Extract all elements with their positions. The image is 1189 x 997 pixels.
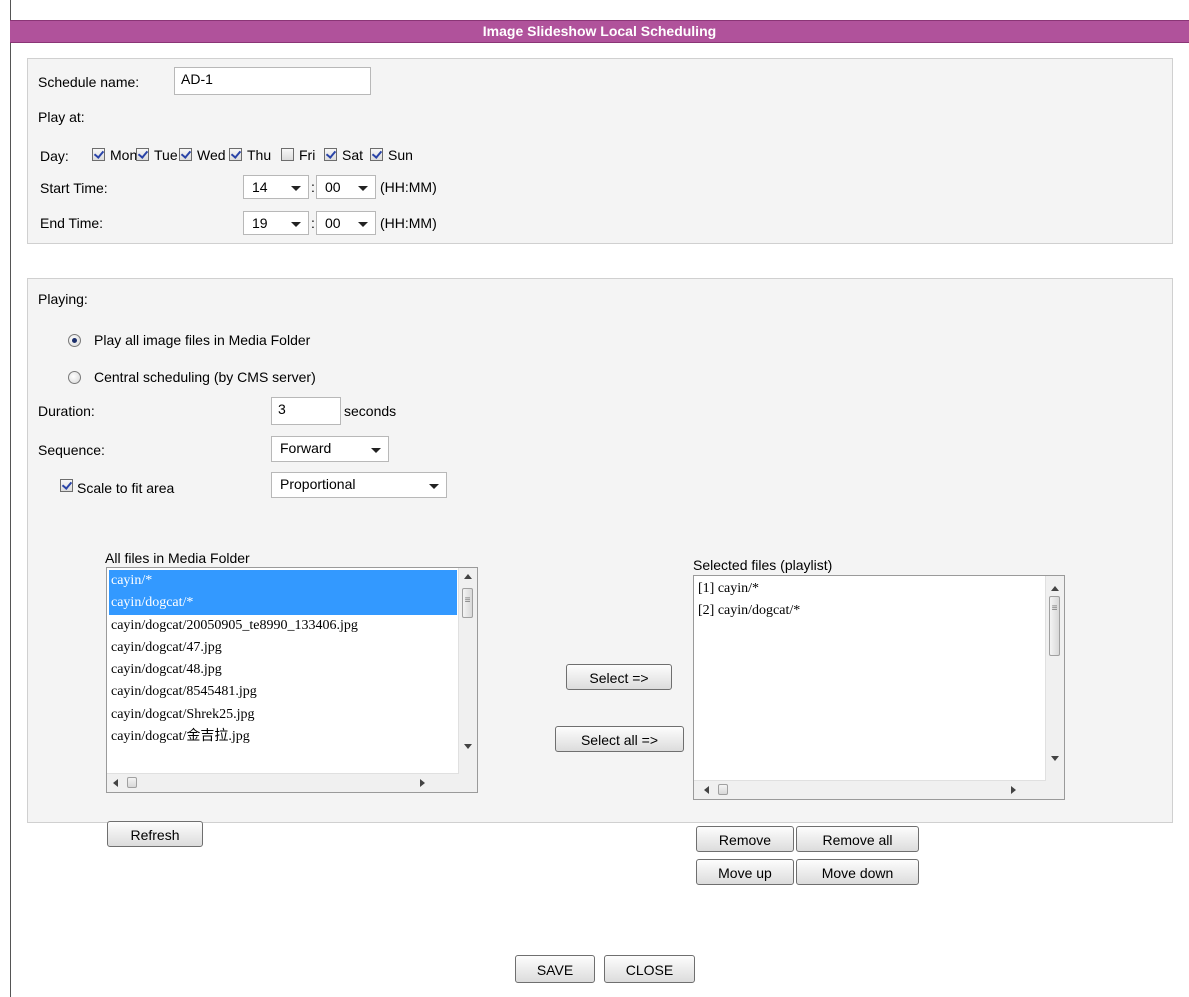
day-checkbox-tue[interactable]	[136, 148, 149, 161]
remove-button[interactable]: Remove	[696, 826, 794, 852]
schedule-name-input[interactable]: AD-1	[174, 67, 371, 95]
scroll-corner	[459, 774, 477, 792]
sequence-value: Forward	[280, 440, 332, 456]
day-checkbox-thu[interactable]	[229, 148, 242, 161]
playlist-listbox[interactable]: [1] cayin/* [2] cayin/dogcat/*	[693, 575, 1065, 800]
radio-central-scheduling[interactable]	[68, 371, 81, 384]
scroll-left-icon[interactable]	[113, 779, 118, 787]
sequence-label: Sequence:	[38, 442, 105, 458]
time-colon: :	[311, 179, 315, 195]
day-checkbox-sun[interactable]	[370, 148, 383, 161]
duration-label: Duration:	[38, 403, 95, 419]
playlist-items: [1] cayin/* [2] cayin/dogcat/*	[696, 578, 1044, 779]
start-time-format: (HH:MM)	[380, 179, 437, 195]
day-label-tue: Tue	[154, 147, 178, 163]
media-files-items: cayin/* cayin/dogcat/* cayin/dogcat/200509…	[109, 570, 457, 772]
media-horizontal-scrollbar[interactable]	[107, 773, 459, 792]
media-files-listbox[interactable]: cayin/* cayin/dogcat/* cayin/dogcat/200509…	[106, 567, 478, 793]
schedule-name-label: Schedule name:	[38, 74, 140, 90]
chevron-down-icon	[371, 448, 381, 453]
playing-panel: Playing: Play all image files in Media F…	[27, 278, 1173, 885]
dialog-title: Image Slideshow Local Scheduling	[10, 20, 1189, 43]
scroll-corner	[1046, 781, 1064, 799]
select-all-button[interactable]: Select all =>	[555, 726, 684, 752]
start-minute-select[interactable]: 00	[316, 175, 376, 199]
list-item[interactable]: cayin/dogcat/20050905_te8990_133406.jpg	[109, 615, 457, 637]
list-item[interactable]: [2] cayin/dogcat/*	[696, 600, 1044, 622]
end-hour-select[interactable]: 19	[243, 211, 309, 235]
day-checkbox-sat[interactable]	[324, 148, 337, 161]
schedule-panel: Schedule name: AD-1 Play at: Day: Mon Tue…	[27, 58, 1173, 244]
day-label-fri: Fri	[299, 147, 316, 163]
chevron-down-icon	[291, 186, 301, 191]
scroll-thumb[interactable]	[1049, 596, 1060, 656]
scroll-down-icon[interactable]	[464, 744, 472, 749]
remove-all-button[interactable]: Remove all	[796, 826, 919, 852]
play-at-label: Play at:	[38, 109, 85, 125]
media-folder-label: All files in Media Folder	[105, 550, 250, 566]
start-hour-value: 14	[252, 179, 268, 195]
start-time-label: Start Time:	[40, 180, 108, 196]
media-vertical-scrollbar[interactable]	[458, 568, 477, 774]
list-item[interactable]: cayin/dogcat/*	[109, 592, 457, 615]
end-hour-value: 19	[252, 215, 268, 231]
scroll-down-icon[interactable]	[1051, 756, 1059, 761]
list-item[interactable]: cayin/*	[109, 570, 457, 593]
radio-play-all-label: Play all image files in Media Folder	[94, 332, 311, 348]
scroll-thumb[interactable]	[127, 777, 137, 788]
playlist-label: Selected files (playlist)	[693, 557, 833, 573]
list-item[interactable]: cayin/dogcat/8545481.jpg	[109, 681, 457, 703]
scale-mode-value: Proportional	[280, 476, 356, 492]
radio-central-scheduling-label: Central scheduling (by CMS server)	[94, 369, 316, 385]
scroll-right-icon[interactable]	[420, 779, 425, 787]
scroll-right-icon[interactable]	[1011, 786, 1016, 794]
time-colon: :	[311, 215, 315, 231]
list-item[interactable]: cayin/dogcat/48.jpg	[109, 659, 457, 681]
duration-input[interactable]: 3	[271, 397, 341, 425]
chevron-down-icon	[429, 484, 439, 489]
scale-to-fit-label: Scale to fit area	[77, 480, 175, 496]
list-item[interactable]: [1] cayin/*	[696, 578, 1044, 600]
select-button[interactable]: Select =>	[566, 664, 672, 690]
end-time-format: (HH:MM)	[380, 215, 437, 231]
scroll-thumb[interactable]	[718, 784, 728, 795]
end-time-label: End Time:	[40, 215, 104, 231]
move-down-button[interactable]: Move down	[796, 859, 919, 885]
duration-unit: seconds	[344, 403, 397, 419]
scale-to-fit-checkbox[interactable]	[60, 479, 73, 492]
chevron-down-icon	[291, 222, 301, 227]
playlist-vertical-scrollbar[interactable]	[1045, 576, 1064, 781]
sequence-select[interactable]: Forward	[271, 436, 389, 462]
scroll-up-icon[interactable]	[1051, 586, 1059, 591]
start-minute-value: 00	[325, 179, 341, 195]
chevron-down-icon	[358, 186, 368, 191]
start-hour-select[interactable]: 14	[243, 175, 309, 199]
move-up-button[interactable]: Move up	[696, 859, 794, 885]
playlist-horizontal-scrollbar[interactable]	[694, 780, 1046, 799]
day-label-sun: Sun	[388, 147, 413, 163]
day-label-mon: Mon	[110, 147, 138, 163]
list-item[interactable]: cayin/dogcat/金吉拉.jpg	[109, 726, 457, 748]
day-label: Day:	[40, 148, 69, 164]
playing-label: Playing:	[38, 291, 88, 307]
end-minute-select[interactable]: 00	[316, 211, 376, 235]
scroll-left-icon[interactable]	[704, 786, 709, 794]
chevron-down-icon	[358, 222, 368, 227]
day-checkbox-mon[interactable]	[92, 148, 105, 161]
scale-mode-select[interactable]: Proportional	[271, 472, 447, 498]
day-label-wed: Wed	[197, 147, 226, 163]
refresh-button[interactable]: Refresh	[107, 821, 203, 847]
end-minute-value: 00	[325, 215, 341, 231]
day-checkbox-fri[interactable]	[281, 148, 294, 161]
day-label-sat: Sat	[342, 147, 364, 163]
scroll-thumb[interactable]	[462, 588, 473, 618]
day-checkbox-wed[interactable]	[179, 148, 192, 161]
save-button[interactable]: SAVE	[515, 955, 595, 983]
radio-play-all[interactable]	[68, 334, 81, 347]
list-item[interactable]: cayin/dogcat/47.jpg	[109, 637, 457, 659]
scroll-up-icon[interactable]	[464, 574, 472, 579]
close-button[interactable]: CLOSE	[604, 955, 695, 983]
list-item[interactable]: cayin/dogcat/Shrek25.jpg	[109, 704, 457, 726]
day-label-thu: Thu	[247, 147, 272, 163]
